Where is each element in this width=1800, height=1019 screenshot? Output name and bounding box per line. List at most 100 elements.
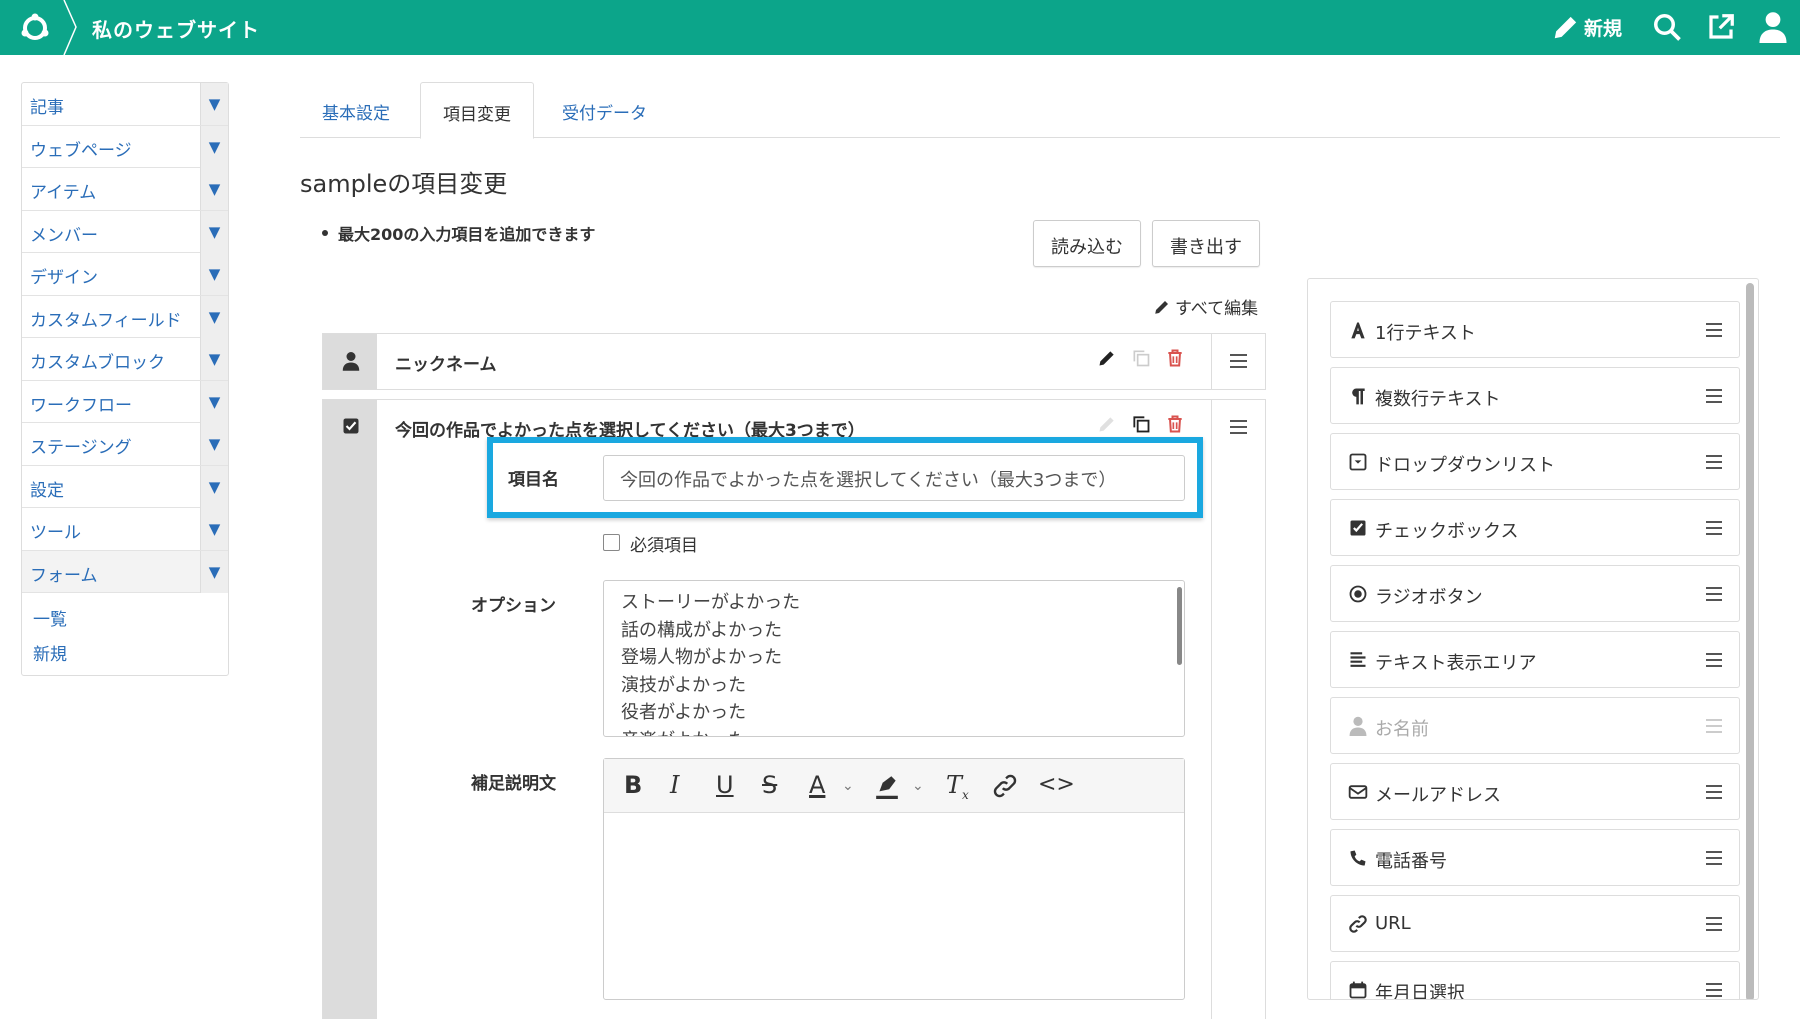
chevron-down-icon[interactable]: ▼ <box>200 253 228 295</box>
sidebar-item-design[interactable]: デザイン ▼ <box>22 253 228 296</box>
search-icon <box>1654 14 1681 41</box>
underline-icon[interactable]: U <box>716 771 734 799</box>
rich-text-editor[interactable]: B I U S A ⌄ ⌄ Tx <> <box>603 758 1185 1000</box>
clear-format-icon[interactable]: Tx <box>946 771 969 802</box>
sidebar-item-label: カスタムフィールド <box>30 310 182 331</box>
sidebar-item-label: デザイン <box>30 268 98 288</box>
trash-icon[interactable] <box>1165 348 1185 368</box>
page-title: sampleの項目変更 <box>300 170 508 198</box>
copy-icon[interactable] <box>1131 348 1151 368</box>
drag-handle[interactable] <box>1211 400 1265 1019</box>
sidebar-item-forms[interactable]: フォーム ▼ <box>22 550 228 593</box>
field-type-badge <box>323 400 377 1019</box>
tab-submissions[interactable]: 受付データ <box>540 82 669 139</box>
strikethrough-icon[interactable]: S <box>762 771 777 799</box>
palette-item-url[interactable]: URL <box>1330 895 1740 952</box>
hamburger-icon <box>1706 521 1722 535</box>
sidebar-item-custom-blocks[interactable]: カスタムブロック ▼ <box>22 338 228 381</box>
palette-item-phone[interactable]: 電話番号 <box>1330 829 1740 886</box>
field-name-label: 項目名 <box>508 470 559 490</box>
export-button[interactable]: 書き出す <box>1152 220 1260 267</box>
chevron-down-icon[interactable]: ▼ <box>200 210 228 253</box>
chevron-down-icon[interactable]: ▼ <box>200 550 228 593</box>
code-icon[interactable]: <> <box>1038 772 1075 797</box>
palette-item-email[interactable]: メールアドレス <box>1330 763 1740 820</box>
edit-all-link[interactable]: すべて編集 <box>1153 294 1258 319</box>
italic-icon[interactable]: I <box>670 771 679 799</box>
chevron-down-icon[interactable]: ▼ <box>200 125 228 168</box>
options-textarea[interactable]: ストーリーがよかった 話の構成がよかった 登場人物がよかった 演技がよかった 役… <box>603 580 1185 737</box>
sidebar-item-workflow[interactable]: ワークフロー ▼ <box>22 380 228 423</box>
palette-item-date[interactable]: 年月日選択 <box>1330 961 1740 999</box>
account-button[interactable] <box>1758 10 1788 44</box>
drag-handle[interactable] <box>1211 334 1265 389</box>
sidebar-item-staging[interactable]: ステージング ▼ <box>22 423 228 466</box>
chevron-down-icon[interactable]: ▼ <box>200 380 228 423</box>
sidebar-subitem-new[interactable]: 新規 <box>22 633 228 675</box>
font-color-icon[interactable]: A <box>809 771 825 799</box>
sidebar-subitem-list[interactable]: 一覧 <box>22 593 228 633</box>
palette-item-label: メールアドレス <box>1375 785 1501 806</box>
sidebar-item-articles[interactable]: 記事 ▼ <box>22 83 228 126</box>
chevron-down-icon[interactable]: ▼ <box>200 83 228 125</box>
highlight-icon[interactable] <box>874 773 900 799</box>
checkbox-icon <box>1350 520 1366 536</box>
palette-item-label: ドロップダウンリスト <box>1375 455 1555 476</box>
palette-item-label: 複数行テキスト <box>1375 389 1501 410</box>
sidebar-item-items[interactable]: アイテム ▼ <box>22 168 228 211</box>
palette-item-checkbox[interactable]: チェックボックス <box>1330 499 1740 556</box>
scrollbar[interactable] <box>1177 587 1182 665</box>
align-left-icon <box>1350 652 1366 667</box>
option-line: 音楽がよかった <box>604 727 800 737</box>
chevron-down-icon[interactable]: ▼ <box>200 508 228 550</box>
checkbox-icon <box>343 418 359 434</box>
sidebar-item-members[interactable]: メンバー ▼ <box>22 210 228 253</box>
link-icon[interactable] <box>992 773 1018 799</box>
pencil-icon[interactable] <box>1097 414 1117 434</box>
palette-item-radio[interactable]: ラジオボタン <box>1330 565 1740 622</box>
field-name-input[interactable]: 今回の作品でよかった点を選択してください（最大3つまで） <box>603 455 1185 501</box>
palette-item-multi-line-text[interactable]: 複数行テキスト <box>1330 367 1740 424</box>
sidebar-item-settings[interactable]: 設定 ▼ <box>22 465 228 508</box>
description-label: 補足説明文 <box>471 774 556 794</box>
chevron-down-icon[interactable]: ⌄ <box>912 778 924 794</box>
bold-icon[interactable]: B <box>624 771 642 799</box>
logo-button[interactable] <box>0 0 77 55</box>
palette-item-label: 1行テキスト <box>1375 323 1476 344</box>
hamburger-icon <box>1230 354 1247 368</box>
sidebar-item-label: アイテム <box>30 183 97 203</box>
new-button[interactable]: 新規 <box>1552 10 1622 44</box>
palette-item-dropdown[interactable]: ドロップダウンリスト <box>1330 433 1740 490</box>
tab-basic-settings[interactable]: 基本設定 <box>300 82 412 139</box>
chevron-down-icon[interactable]: ▼ <box>200 338 228 380</box>
logo-icon <box>21 13 49 40</box>
pencil-icon[interactable] <box>1097 348 1117 368</box>
sidebar-item-custom-fields[interactable]: カスタムフィールド ▼ <box>22 295 228 338</box>
search-button[interactable] <box>1652 10 1682 44</box>
palette-item-label: お名前 <box>1375 719 1429 740</box>
chevron-down-icon[interactable]: ⌄ <box>842 778 854 794</box>
tab-edit-fields[interactable]: 項目変更 <box>420 82 534 139</box>
scrollbar[interactable] <box>1746 283 1754 999</box>
hamburger-icon <box>1706 587 1722 601</box>
view-site-button[interactable] <box>1706 10 1736 44</box>
chevron-down-icon[interactable]: ▼ <box>200 168 228 210</box>
palette-item-single-line-text[interactable]: 1行テキスト <box>1330 301 1740 358</box>
field-type-badge <box>323 334 377 389</box>
external-link-icon <box>1709 14 1734 39</box>
site-title[interactable]: 私のウェブサイト <box>92 14 260 43</box>
copy-icon[interactable] <box>1131 414 1151 434</box>
chevron-down-icon[interactable]: ▼ <box>200 423 228 465</box>
required-checkbox[interactable] <box>603 534 620 551</box>
chevron-down-icon[interactable]: ▼ <box>200 295 228 338</box>
sidebar-item-webpages[interactable]: ウェブページ ▼ <box>22 125 228 168</box>
rte-toolbar: B I U S A ⌄ ⌄ Tx <> <box>604 759 1184 813</box>
trash-icon[interactable] <box>1165 414 1185 434</box>
palette-item-text-display[interactable]: テキスト表示エリア <box>1330 631 1740 688</box>
import-button[interactable]: 読み込む <box>1033 220 1141 267</box>
option-line: 話の構成がよかった <box>621 619 783 641</box>
sidebar-item-label: ツール <box>30 523 81 543</box>
hamburger-icon <box>1706 389 1722 403</box>
sidebar-item-tools[interactable]: ツール ▼ <box>22 508 228 551</box>
chevron-down-icon[interactable]: ▼ <box>200 465 228 508</box>
